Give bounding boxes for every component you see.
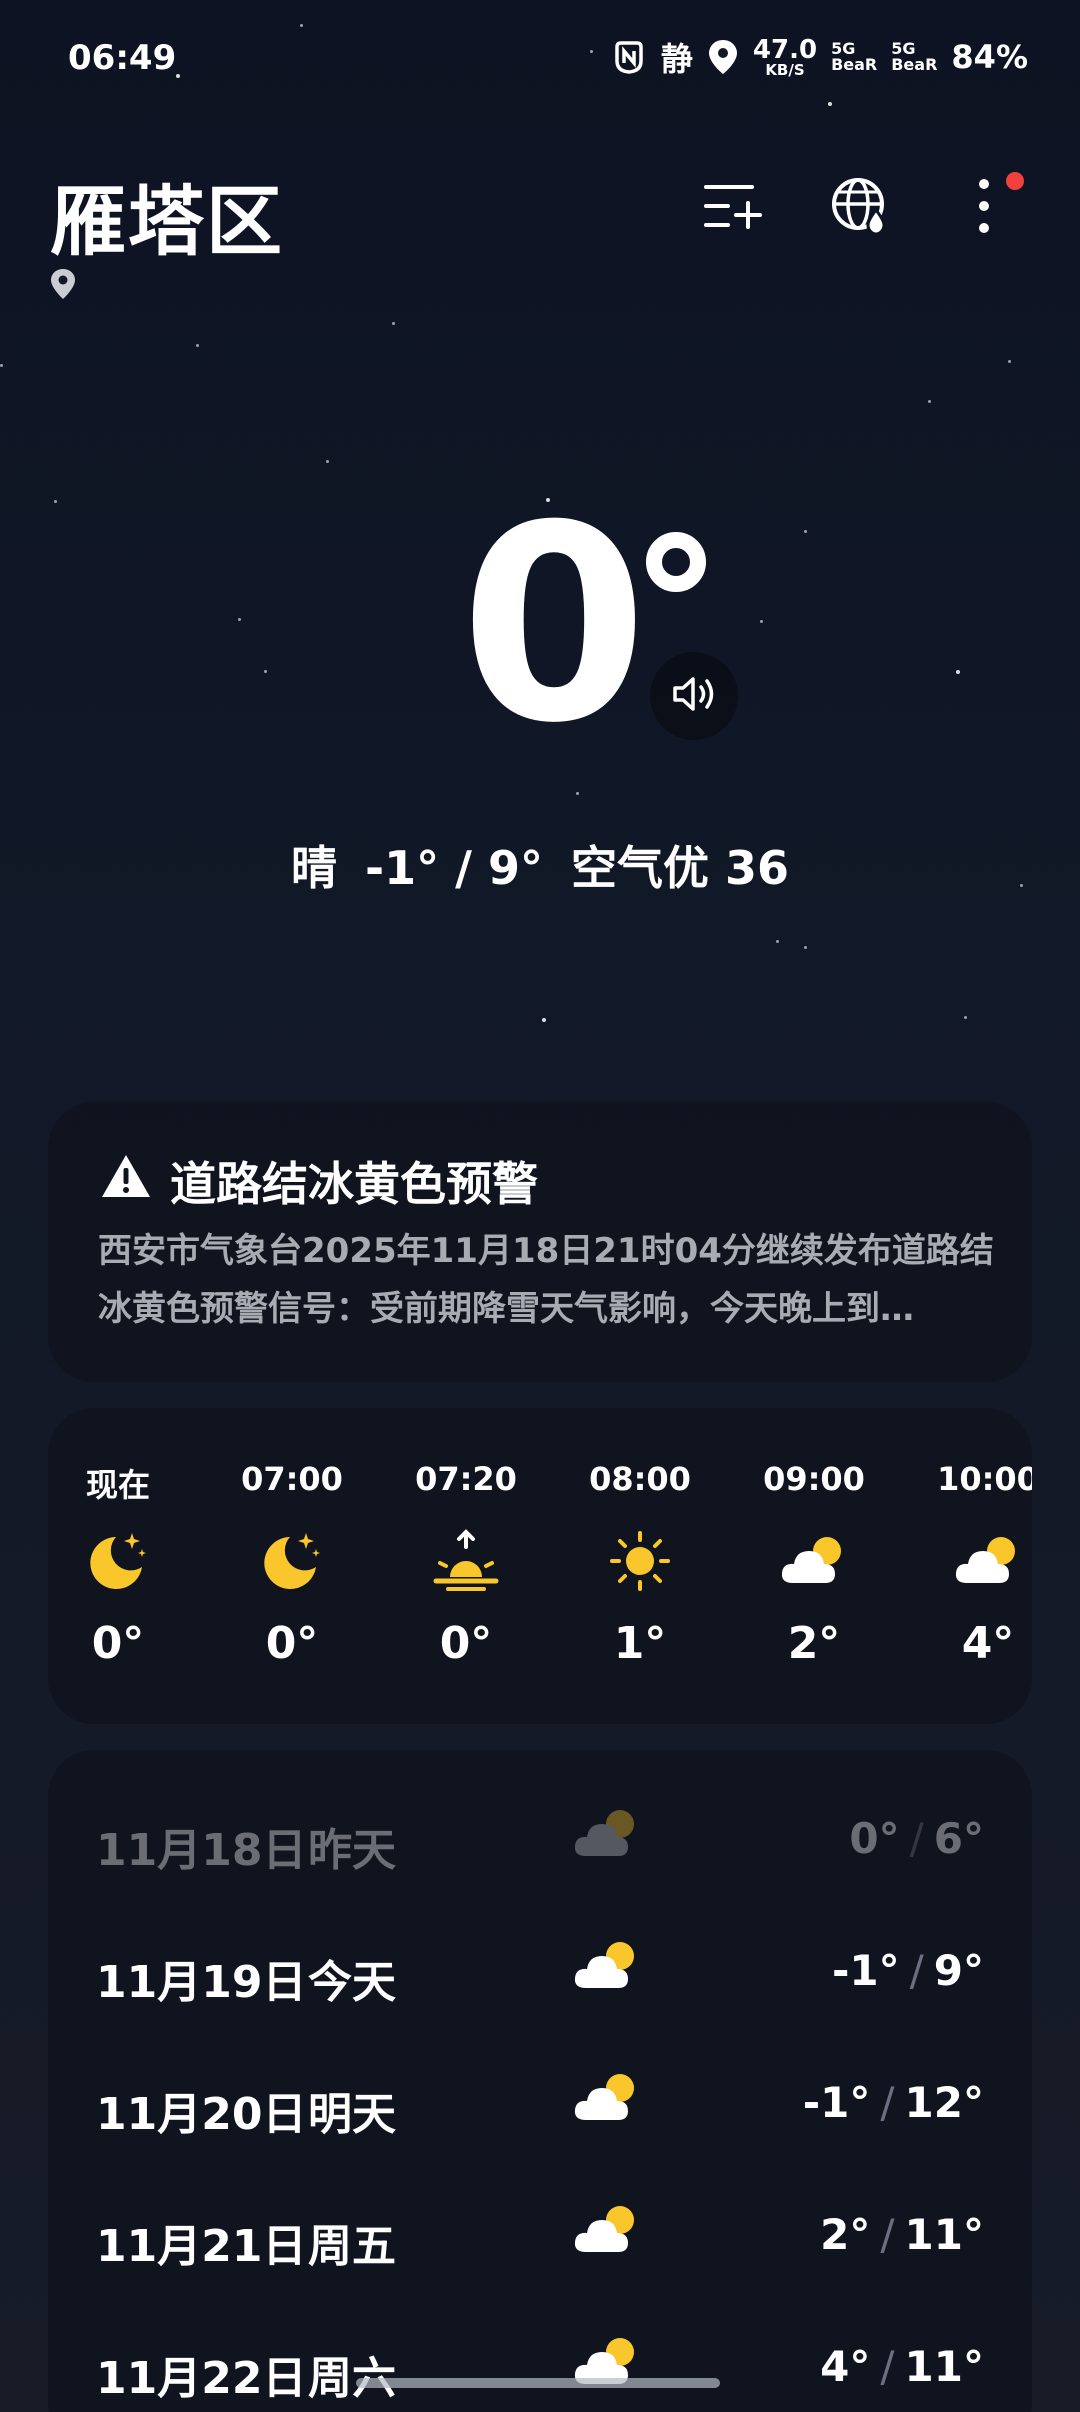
air-quality-text: 空气优 36 bbox=[570, 841, 789, 895]
app-n-icon bbox=[611, 39, 647, 75]
hourly-forecast-card[interactable]: 现在 0° 07:00 0° 07:20 0° 08:00 1° 09:00 2… bbox=[48, 1408, 1032, 1724]
hourly-item[interactable]: 08:00 1° bbox=[570, 1460, 710, 1669]
day-temp-range: 0°/6° bbox=[849, 1814, 984, 1863]
day-temp-range: -1°/9° bbox=[831, 1946, 984, 1995]
daily-row-tomorrow[interactable]: 11月20日 明天 -1°/12° bbox=[48, 2052, 1032, 2152]
notification-dot bbox=[1006, 172, 1024, 190]
current-temperature: 0 bbox=[460, 467, 648, 782]
partly-cloudy-icon bbox=[572, 2202, 652, 2266]
degree-symbol bbox=[646, 532, 706, 592]
partly-cloudy-icon bbox=[918, 1526, 1032, 1596]
hourly-item[interactable]: 07:00 0° bbox=[222, 1460, 362, 1669]
hour-temp: 1° bbox=[613, 1618, 667, 1669]
voice-broadcast-button[interactable] bbox=[650, 652, 738, 740]
partly-cloudy-icon bbox=[744, 1526, 884, 1596]
daily-row-yesterday[interactable]: 11月18日 昨天 0°/6° bbox=[48, 1788, 1032, 1888]
location-pin-icon bbox=[50, 268, 76, 302]
moon-stars-icon bbox=[222, 1526, 362, 1596]
add-city-button[interactable] bbox=[692, 168, 772, 248]
partly-cloudy-icon bbox=[572, 1806, 652, 1870]
status-bar: 06:49 静 47.0 KB/S 5G BeaR 5G BeaR 84% bbox=[0, 0, 1080, 120]
hour-time: 10:00 bbox=[937, 1460, 1032, 1498]
status-icons: 静 47.0 KB/S 5G BeaR 5G BeaR 84% bbox=[611, 34, 1028, 80]
hour-temp: 0° bbox=[439, 1618, 493, 1669]
hour-temp: 4° bbox=[961, 1618, 1015, 1669]
hour-time: 07:20 bbox=[415, 1460, 517, 1498]
hour-time: 现在 bbox=[85, 1466, 150, 1504]
day-date: 11月22日 bbox=[96, 2353, 307, 2404]
location-status-icon bbox=[707, 38, 739, 76]
hour-time: 07:00 bbox=[241, 1460, 343, 1498]
globe-drop-icon bbox=[830, 176, 890, 240]
day-name: 昨天 bbox=[308, 1825, 396, 1876]
day-temp-range: -1°/12° bbox=[802, 2078, 984, 2127]
home-indicator[interactable] bbox=[356, 2378, 720, 2388]
city-name[interactable]: 雁塔区 bbox=[50, 160, 284, 270]
moon-stars-icon bbox=[48, 1526, 188, 1596]
add-city-icon bbox=[702, 181, 762, 235]
daily-row-today[interactable]: 11月19日 今天 -1°/9° bbox=[48, 1920, 1032, 2020]
sunrise-icon bbox=[396, 1526, 536, 1596]
day-temp-range: 2°/11° bbox=[820, 2210, 984, 2259]
partly-cloudy-icon bbox=[572, 2334, 652, 2398]
weather-warning-card[interactable]: 道路结冰黄色预警 西安市气象台2025年11月18日21时04分继续发布道路结冰… bbox=[48, 1102, 1032, 1382]
day-date: 11月18日 bbox=[96, 1825, 307, 1876]
sim2-signal-icon: 5G BeaR bbox=[891, 39, 938, 74]
day-name: 今天 bbox=[308, 1957, 396, 2008]
daily-row-friday[interactable]: 11月21日 周五 2°/11° bbox=[48, 2184, 1032, 2284]
day-name: 明天 bbox=[308, 2089, 396, 2140]
more-vertical-icon bbox=[976, 176, 992, 240]
daily-forecast-card[interactable]: 11月18日 昨天 0°/6° 11月19日 今天 -1°/9° 11月20日 … bbox=[48, 1750, 1032, 2412]
hour-temp: 0° bbox=[91, 1618, 145, 1669]
hour-temp: 0° bbox=[265, 1618, 319, 1669]
hour-time: 09:00 bbox=[763, 1460, 865, 1498]
hourly-item[interactable]: 现在 0° bbox=[48, 1460, 188, 1669]
day-date: 11月21日 bbox=[96, 2221, 307, 2272]
weather-summary[interactable]: 晴 -1° / 9° 空气优 36 bbox=[0, 832, 1080, 898]
partly-cloudy-icon bbox=[572, 1938, 652, 2002]
warning-title-text: 道路结冰黄色预警 bbox=[170, 1157, 538, 1211]
hour-temp: 2° bbox=[787, 1618, 841, 1669]
warning-body: 西安市气象台2025年11月18日21时04分继续发布道路结冰黄色预警信号：受前… bbox=[98, 1231, 994, 1329]
warning-title: 道路结冰黄色预警 bbox=[100, 1148, 538, 1214]
day-temp-range: 4°/11° bbox=[820, 2342, 984, 2391]
battery-level: 84% bbox=[951, 38, 1028, 76]
global-weather-button[interactable] bbox=[820, 168, 900, 248]
day-date: 11月19日 bbox=[96, 1957, 307, 2008]
hour-time: 08:00 bbox=[589, 1460, 691, 1498]
temp-range-text: -1° / 9° bbox=[365, 841, 543, 895]
partly-cloudy-icon bbox=[572, 2070, 652, 2134]
hourly-item[interactable]: 10:00 4° bbox=[918, 1460, 1032, 1669]
day-date: 11月20日 bbox=[96, 2089, 307, 2140]
status-time: 06:49 bbox=[68, 38, 177, 78]
day-name: 周五 bbox=[308, 2221, 396, 2272]
day-name: 周六 bbox=[308, 2353, 396, 2404]
sim1-signal-icon: 5G BeaR bbox=[831, 39, 878, 74]
daily-row-saturday[interactable]: 11月22日 周六 4°/11° bbox=[48, 2316, 1032, 2412]
hourly-item[interactable]: 09:00 2° bbox=[744, 1460, 884, 1669]
hourly-item[interactable]: 07:20 0° bbox=[396, 1460, 536, 1669]
warning-triangle-icon bbox=[100, 1153, 152, 1210]
mute-label: 静 bbox=[660, 40, 693, 78]
condition-text: 晴 bbox=[291, 841, 337, 895]
speaker-icon bbox=[671, 674, 717, 718]
sun-icon bbox=[570, 1526, 710, 1596]
network-speed: 47.0 KB/S bbox=[752, 34, 818, 79]
